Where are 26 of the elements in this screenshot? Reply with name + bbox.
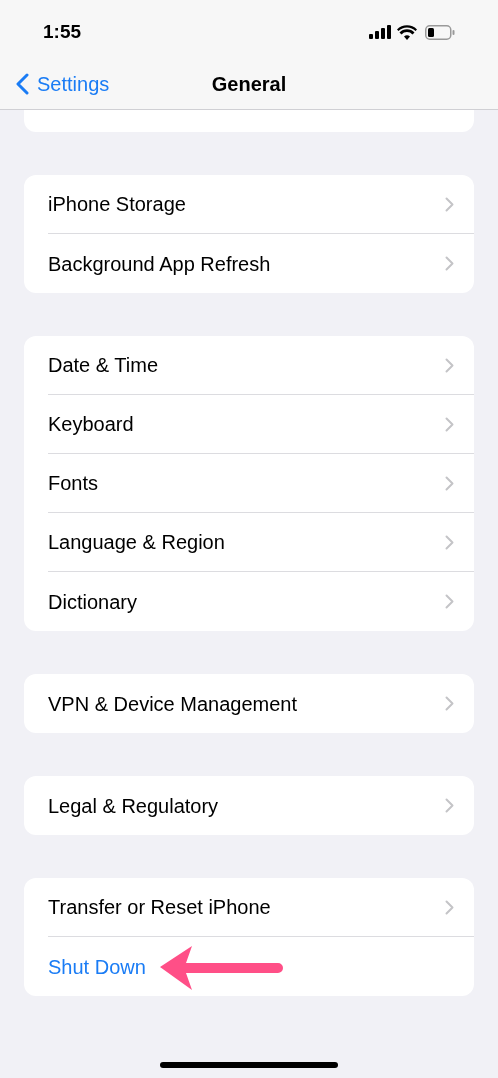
settings-row[interactable]: Fonts <box>48 454 474 513</box>
chevron-icon <box>445 416 454 432</box>
chevron-icon <box>445 357 454 373</box>
settings-row[interactable]: Keyboard <box>48 395 474 454</box>
nav-title: General <box>211 72 287 97</box>
chevron-icon <box>445 696 454 711</box>
chevron-icon <box>445 899 454 915</box>
settings-row[interactable]: Language & Region <box>48 513 474 572</box>
chevron-icon <box>445 475 454 491</box>
settings-row[interactable]: Background App Refresh <box>48 234 474 293</box>
chevron-icon <box>445 196 454 212</box>
signal-icon <box>369 25 391 39</box>
wifi-icon <box>397 24 417 40</box>
settings-row[interactable]: iPhone Storage <box>48 175 474 234</box>
shut-down-button[interactable]: Shut Down <box>48 937 474 996</box>
battery-icon <box>425 24 455 40</box>
status-time: 1:55 <box>43 19 83 44</box>
chevron-icon <box>445 534 454 550</box>
chevron-icon <box>445 256 454 271</box>
back-button[interactable]: Settings <box>16 69 110 99</box>
settings-row[interactable]: Date & Time <box>48 336 474 395</box>
settings-row[interactable]: Dictionary <box>48 572 474 631</box>
settings-row[interactable]: Transfer or Reset iPhone <box>48 878 474 937</box>
chevron-icon <box>445 798 454 813</box>
chevron-icon <box>445 594 454 609</box>
back-chevron-icon <box>16 73 29 95</box>
